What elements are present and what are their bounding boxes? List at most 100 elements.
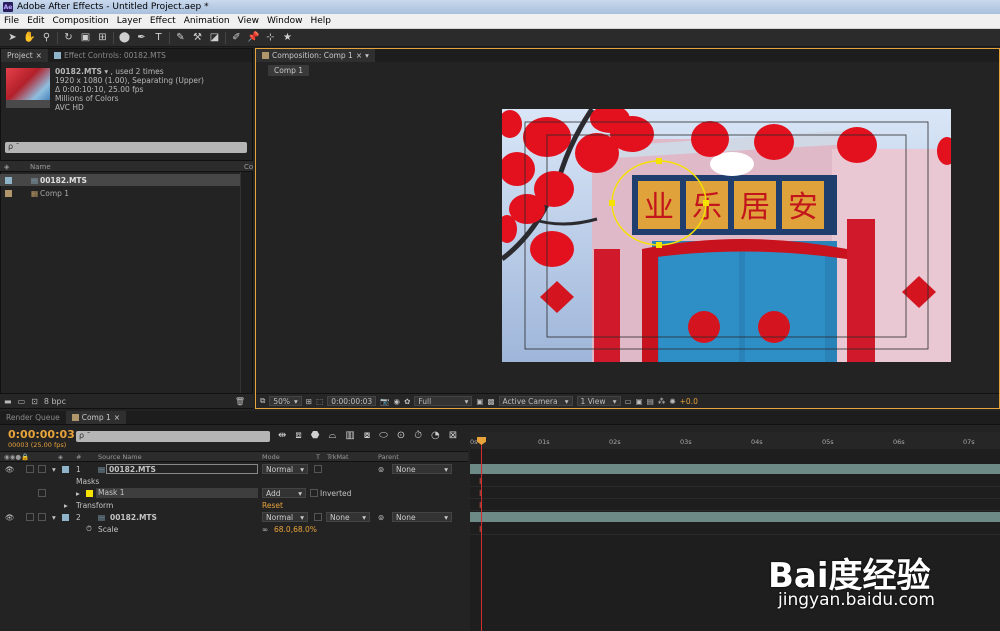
interpret-footage-icon[interactable]: ▬ bbox=[4, 397, 12, 406]
grid-icon[interactable]: ⊞ bbox=[306, 397, 312, 406]
text-tool-icon[interactable]: T bbox=[150, 30, 167, 45]
exposure-icon[interactable]: ✺ bbox=[669, 397, 675, 406]
layer-row[interactable]: 👁 ▾ 1 ▤ 00182.MTS Normal ▾ ⊚ None ▾ bbox=[0, 463, 468, 475]
hand-tool-icon[interactable]: ✋ bbox=[21, 30, 38, 45]
tab-effect-controls[interactable]: Effect Controls: 00182.MTS bbox=[48, 49, 172, 62]
project-search-input[interactable]: ρ ¯ bbox=[5, 142, 247, 153]
av-switches-icon[interactable]: ◉◉●🔒 bbox=[4, 453, 29, 461]
fast-previews-icon[interactable]: ▣ bbox=[636, 397, 643, 406]
mask-name[interactable]: Mask 1 bbox=[96, 488, 258, 498]
frame-blending-icon[interactable]: ▥ bbox=[345, 430, 354, 441]
transform-reset-link[interactable]: Reset bbox=[262, 501, 283, 510]
list-item[interactable]: ▤ 00182.MTS bbox=[0, 174, 240, 186]
label-color-icon[interactable] bbox=[62, 465, 69, 473]
preserve-transparency-toggle[interactable] bbox=[314, 513, 322, 521]
column-t[interactable]: T bbox=[316, 453, 320, 461]
rotation-tool-icon[interactable]: ↻ bbox=[60, 30, 77, 45]
scale-value[interactable]: 68.0,68.0% bbox=[274, 525, 317, 534]
trash-icon[interactable]: 🗑 bbox=[235, 397, 245, 406]
column-name[interactable]: Name bbox=[30, 163, 51, 171]
mode-dropdown[interactable]: Normal ▾ bbox=[262, 464, 308, 474]
current-time-field[interactable]: 0:00:00:03 bbox=[327, 396, 377, 406]
transparency-grid-icon[interactable]: ▩ bbox=[487, 397, 494, 406]
column-mode[interactable]: Mode bbox=[262, 453, 280, 461]
live-update-icon[interactable]: ⧈ bbox=[295, 430, 301, 441]
expand-triangle-icon[interactable]: ▾ bbox=[52, 513, 56, 522]
layer-name[interactable]: 00182.MTS bbox=[110, 513, 157, 522]
menu-edit[interactable]: Edit bbox=[23, 16, 48, 26]
resolution-dropdown[interactable]: Full ▾ bbox=[414, 396, 473, 406]
label-color-icon[interactable] bbox=[62, 513, 69, 521]
column-number[interactable]: # bbox=[76, 453, 81, 461]
camera-dropdown[interactable]: Active Camera ▾ bbox=[498, 396, 573, 406]
new-folder-icon[interactable]: ▭ bbox=[18, 397, 26, 406]
label-tag-icon[interactable]: ◈ bbox=[4, 163, 9, 171]
comp-mini-flowchart-icon[interactable]: ⇹ bbox=[278, 430, 286, 441]
layer-name-field[interactable]: 00182.MTS bbox=[106, 464, 258, 474]
pickwhip-icon[interactable]: ⊚ bbox=[378, 513, 384, 522]
menu-view[interactable]: View bbox=[234, 16, 263, 26]
camera-tool-icon[interactable]: ▣ bbox=[77, 30, 94, 45]
region-of-interest-icon[interactable]: ▣ bbox=[476, 397, 483, 406]
close-icon[interactable]: × bbox=[36, 51, 42, 60]
mask-lock-toggle[interactable] bbox=[38, 489, 46, 497]
tab-comp-1[interactable]: Comp 1 × bbox=[65, 411, 127, 424]
stopwatch-icon[interactable]: ⏱ bbox=[86, 524, 92, 534]
menu-composition[interactable]: Composition bbox=[49, 16, 113, 26]
mask-color-icon[interactable] bbox=[86, 489, 93, 497]
menu-animation[interactable]: Animation bbox=[180, 16, 234, 26]
layer-row[interactable]: 👁 ▾ 2 ▤ 00182.MTS Normal ▾ None ▾ ⊚ None ▾ bbox=[0, 511, 468, 523]
parent-dropdown[interactable]: None ▾ bbox=[392, 464, 452, 474]
flowchart-icon[interactable]: ⁂ bbox=[658, 397, 666, 406]
motion-blur-icon[interactable]: ⧇ bbox=[364, 430, 370, 441]
brainstorm-icon[interactable]: ⬭ bbox=[379, 430, 388, 441]
mode-dropdown[interactable]: Normal ▾ bbox=[262, 512, 308, 522]
mask-mode-dropdown[interactable]: Add ▾ bbox=[262, 488, 306, 498]
timeline-zoom-icon[interactable]: ⊠ bbox=[449, 430, 457, 441]
menu-help[interactable]: Help bbox=[306, 16, 335, 26]
label-tag-icon[interactable]: ◈ bbox=[58, 453, 63, 461]
lock-toggle[interactable] bbox=[38, 513, 46, 521]
expand-triangle-icon[interactable]: ▸ bbox=[76, 489, 80, 498]
menu-window[interactable]: Window bbox=[263, 16, 307, 26]
pen-tool-icon[interactable]: ✒ bbox=[133, 30, 150, 45]
axis-icon[interactable]: ⊹ bbox=[262, 30, 279, 45]
close-icon[interactable]: × bbox=[356, 51, 362, 60]
stopwatch-icon[interactable]: ⏱ bbox=[414, 430, 422, 441]
constrain-proportions-icon[interactable]: ∞ bbox=[262, 525, 268, 534]
zoom-tool-icon[interactable]: ⚲ bbox=[38, 30, 55, 45]
playhead-line[interactable] bbox=[481, 438, 482, 631]
comp-breadcrumb[interactable]: Comp 1 bbox=[268, 65, 310, 76]
star-icon[interactable]: ★ bbox=[279, 30, 296, 45]
layer-duration-bar[interactable] bbox=[470, 512, 1000, 522]
auto-keyframe-icon[interactable]: ◔ bbox=[431, 430, 440, 441]
puppet-pin-tool-icon[interactable]: 📌 bbox=[245, 30, 262, 45]
inverted-checkbox[interactable] bbox=[310, 489, 318, 497]
lock-toggle[interactable] bbox=[38, 465, 46, 473]
composition-viewer[interactable]: 业 乐 居 安 bbox=[502, 109, 951, 362]
clone-stamp-tool-icon[interactable]: ⚒ bbox=[189, 30, 206, 45]
column-source-name[interactable]: Source Name bbox=[98, 453, 142, 461]
timeline-search-input[interactable]: ρ ¯ bbox=[76, 431, 270, 442]
solo-toggle[interactable] bbox=[26, 465, 34, 473]
shy-icon[interactable]: ⌓ bbox=[329, 430, 337, 441]
layer-duration-bar[interactable] bbox=[470, 464, 1000, 474]
close-icon[interactable]: × bbox=[114, 413, 120, 422]
eye-icon[interactable]: 👁 bbox=[5, 513, 15, 522]
mask-row[interactable]: ▸ Mask 1 Add ▾ Inverted bbox=[0, 487, 468, 499]
graph-editor-icon[interactable]: ⊙ bbox=[397, 430, 405, 441]
list-item[interactable]: ▦ Comp 1 bbox=[0, 187, 240, 199]
channel-icon[interactable]: ✿ bbox=[404, 397, 410, 406]
menu-file[interactable]: File bbox=[0, 16, 23, 26]
timeline-icon[interactable]: ▤ bbox=[647, 397, 654, 406]
toggle-pixel-aspect-icon[interactable]: ▭ bbox=[625, 397, 632, 406]
ellipse-mask-tool-icon[interactable]: ⬤ bbox=[116, 30, 133, 45]
tab-project[interactable]: Project × bbox=[1, 49, 48, 62]
zoom-dropdown[interactable]: 50% ▾ bbox=[269, 396, 302, 406]
transform-row[interactable]: ▸ Transform Reset bbox=[0, 499, 468, 511]
pickwhip-icon[interactable]: ⊚ bbox=[378, 465, 384, 474]
used-count[interactable]: ▾ , used 2 times bbox=[104, 67, 163, 76]
time-ruler[interactable]: 0s 01s 02s 03s 04s 05s 06s 07s bbox=[470, 432, 1000, 449]
expand-triangle-icon[interactable]: ▸ bbox=[64, 501, 68, 510]
solo-toggle[interactable] bbox=[26, 513, 34, 521]
